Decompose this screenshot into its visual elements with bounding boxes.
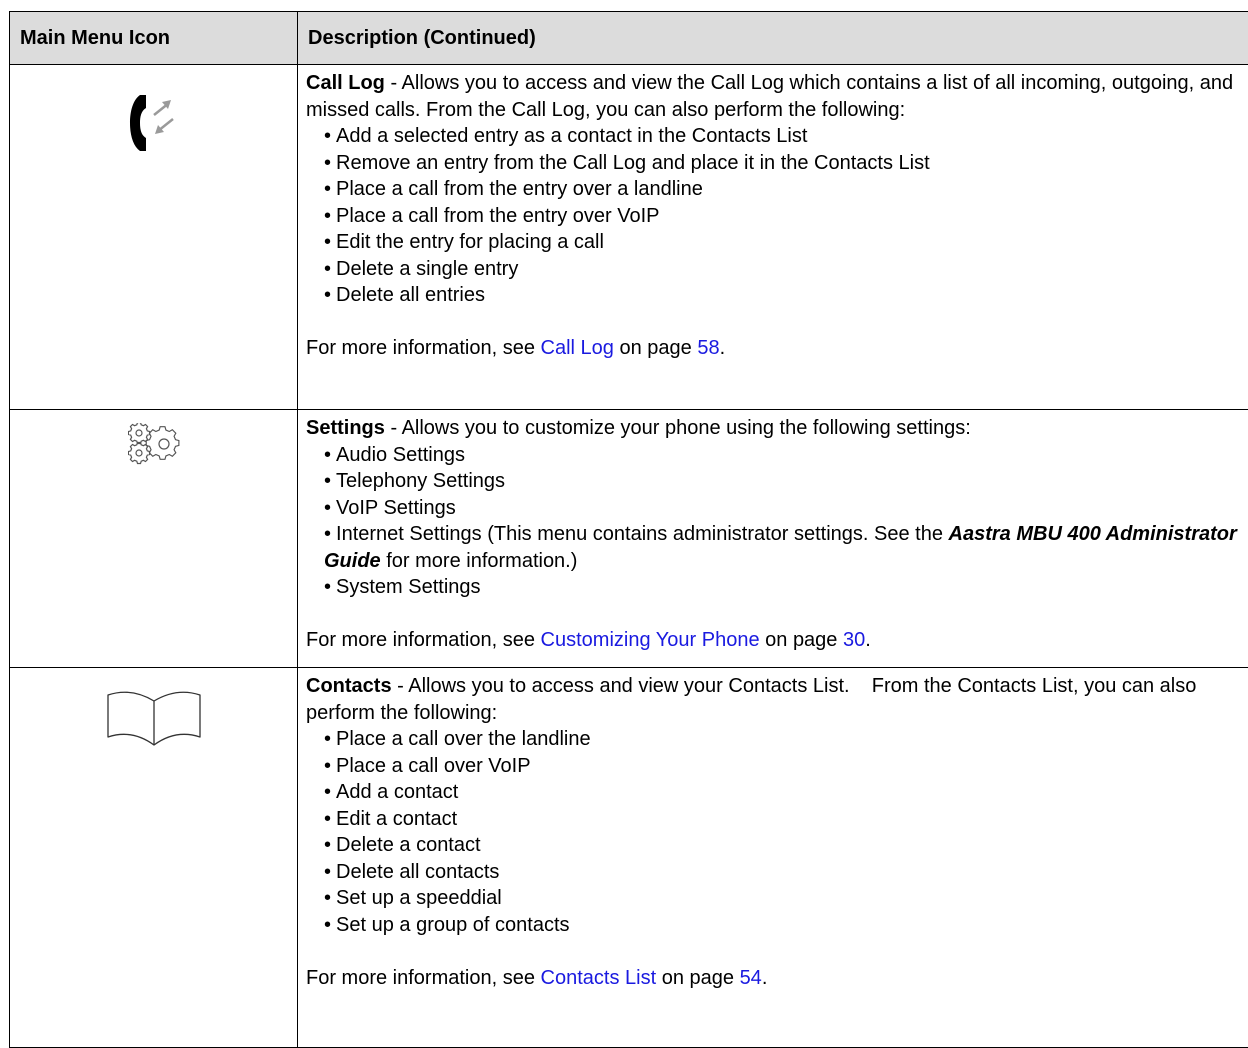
list-item: •Edit a contact (324, 806, 1246, 833)
contacts-bullet-list: •Place a call over the landline •Place a… (306, 726, 1246, 938)
main-menu-table: Main Menu Icon Description (Continued) (9, 11, 1248, 1048)
list-item: •Audio Settings (324, 442, 1246, 469)
list-item: •Internet Settings (This menu contains a… (324, 521, 1246, 574)
table-row-call-log: Call Log - Allows you to access and view… (10, 65, 1248, 410)
settings-bullet-list: •Audio Settings •Telephony Settings •VoI… (306, 442, 1246, 601)
contacts-description: Contacts - Allows you to access and view… (298, 668, 1248, 1048)
list-item: •Place a call from the entry over a land… (324, 176, 1246, 203)
list-item: •System Settings (324, 574, 1246, 601)
call-log-title: Call Log (306, 72, 385, 94)
list-item: •Delete a contact (324, 832, 1246, 859)
contacts-page-link[interactable]: 54 (740, 967, 762, 989)
list-item: •Add a selected entry as a contact in th… (324, 123, 1246, 150)
list-item: •VoIP Settings (324, 495, 1246, 522)
list-item: •Place a call over the landline (324, 726, 1246, 753)
icon-cell (10, 65, 298, 410)
call-log-description: Call Log - Allows you to access and view… (298, 65, 1248, 410)
settings-page-link[interactable]: 30 (843, 629, 865, 651)
list-item: •Remove an entry from the Call Log and p… (324, 150, 1246, 177)
header-description: Description (Continued) (298, 12, 1248, 65)
call-log-bullet-list: •Add a selected entry as a contact in th… (306, 123, 1246, 309)
list-item: •Place a call over VoIP (324, 753, 1246, 780)
table-row-settings: Settings - Allows you to customize your … (10, 410, 1248, 668)
call-log-link[interactable]: Call Log (541, 337, 614, 359)
list-item: •Place a call from the entry over VoIP (324, 203, 1246, 230)
list-item: •Set up a speeddial (324, 885, 1246, 912)
table-header-row: Main Menu Icon Description (Continued) (10, 12, 1248, 65)
list-item: •Telephony Settings (324, 468, 1246, 495)
contacts-more-info: For more information, see Contacts List … (306, 965, 1246, 992)
settings-intro: Settings - Allows you to customize your … (306, 415, 1246, 442)
contacts-list-link[interactable]: Contacts List (541, 967, 657, 989)
list-item: •Delete all entries (324, 282, 1246, 309)
list-item: •Add a contact (324, 779, 1246, 806)
list-item: •Edit the entry for placing a call (324, 229, 1246, 256)
header-main-menu-icon: Main Menu Icon (10, 12, 298, 65)
list-item: •Set up a group of contacts (324, 912, 1246, 939)
settings-gears-icon (10, 423, 297, 465)
table-row-contacts: Contacts - Allows you to access and view… (10, 668, 1248, 1048)
call-log-more-info: For more information, see Call Log on pa… (306, 335, 1246, 362)
customizing-phone-link[interactable]: Customizing Your Phone (541, 629, 760, 651)
settings-title: Settings (306, 417, 385, 439)
icon-cell (10, 668, 298, 1048)
contacts-intro: Contacts - Allows you to access and view… (306, 673, 1246, 726)
list-item: •Delete all contacts (324, 859, 1246, 886)
call-log-intro: Call Log - Allows you to access and view… (306, 70, 1246, 123)
call-log-icon (10, 93, 297, 153)
contacts-title: Contacts (306, 675, 392, 697)
list-item: •Delete a single entry (324, 256, 1246, 283)
settings-more-info: For more information, see Customizing Yo… (306, 627, 1246, 654)
call-log-page-link[interactable]: 58 (697, 337, 719, 359)
icon-cell (10, 410, 298, 668)
settings-description: Settings - Allows you to customize your … (298, 410, 1248, 668)
contacts-book-icon (10, 687, 297, 747)
